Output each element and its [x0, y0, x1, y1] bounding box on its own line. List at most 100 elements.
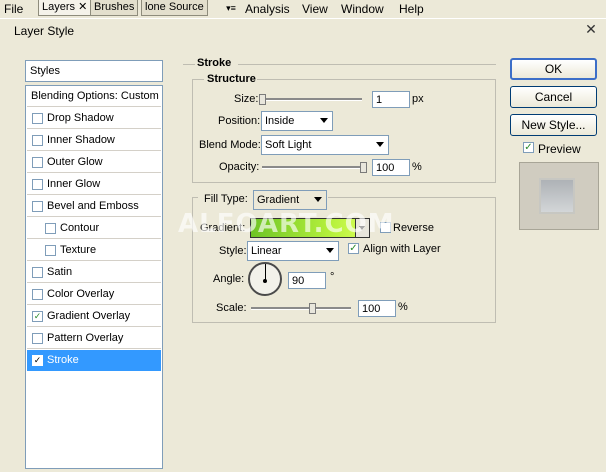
effect-checkbox[interactable]	[32, 201, 43, 212]
size-slider[interactable]	[262, 98, 362, 101]
preview-checkbox[interactable]: ✓	[523, 142, 534, 153]
effect-item-gradient-overlay[interactable]: ✓ Gradient Overlay	[27, 306, 161, 327]
effect-checkbox[interactable]	[45, 245, 56, 256]
dialog-title: Layer Style	[14, 24, 75, 38]
fill-type-value: Gradient	[257, 194, 300, 206]
align-with-layer-checkbox[interactable]: ✓	[348, 243, 359, 254]
effect-checkbox[interactable]: ✓	[32, 355, 43, 366]
position-value: Inside	[265, 115, 295, 127]
effect-item-outer-glow[interactable]: Outer Glow	[27, 152, 161, 173]
effect-item-color-overlay[interactable]: Color Overlay	[27, 284, 161, 305]
chevron-down-icon	[320, 118, 328, 123]
angle-label: Angle:	[213, 273, 245, 285]
angle-needle	[265, 264, 266, 280]
size-field[interactable]: 1	[372, 91, 410, 108]
fill-type-select[interactable]: Gradient	[253, 190, 327, 210]
effect-label: Texture	[60, 244, 97, 256]
effect-label: Satin	[47, 266, 73, 278]
style-select[interactable]: Linear	[247, 241, 339, 261]
blend-mode-value: Soft Light	[265, 139, 312, 151]
opacity-unit: %	[412, 161, 422, 173]
effect-item-texture[interactable]: Texture	[27, 240, 161, 261]
effect-label: Bevel and Emboss	[47, 200, 139, 212]
opacity-slider-thumb[interactable]	[360, 162, 367, 173]
effect-item-drop-shadow[interactable]: Drop Shadow	[27, 108, 161, 129]
effect-item-inner-glow[interactable]: Inner Glow	[27, 174, 161, 195]
align-with-layer-label: Align with Layer	[363, 243, 441, 255]
scale-label: Scale:	[216, 302, 247, 314]
gradient-label: Gradient:	[200, 222, 246, 234]
angle-dial[interactable]	[248, 262, 282, 296]
panel-menu-arrow-icon[interactable]: ▾≡	[222, 2, 240, 14]
effect-checkbox[interactable]	[32, 289, 43, 300]
style-value: Linear	[251, 245, 282, 257]
tab-layers-label: Layers	[42, 1, 76, 13]
opacity-field[interactable]: 100	[372, 159, 410, 176]
effects-list: Blending Options: Custom Drop Shadow Inne…	[25, 85, 163, 469]
stroke-title: Stroke	[197, 57, 232, 69]
gradient-dropdown[interactable]	[355, 219, 369, 237]
size-slider-thumb[interactable]	[259, 94, 266, 105]
scale-field[interactable]: 100	[358, 300, 396, 317]
scale-slider[interactable]	[251, 307, 351, 310]
dialog-close-icon[interactable]: ✕	[581, 19, 601, 39]
effect-item-inner-shadow[interactable]: Inner Shadow	[27, 130, 161, 151]
effect-label: Outer Glow	[47, 156, 103, 168]
blend-mode-select[interactable]: Soft Light	[261, 135, 389, 155]
menu-window[interactable]: Window	[341, 2, 384, 16]
new-style-button[interactable]: New Style...	[510, 114, 597, 136]
menu-analysis[interactable]: Analysis	[245, 2, 290, 16]
angle-center	[263, 279, 267, 283]
blending-options-label: Blending Options: Custom	[31, 90, 159, 102]
effect-label: Gradient Overlay	[47, 310, 131, 322]
menu-view[interactable]: View	[302, 2, 328, 16]
menu-help[interactable]: Help	[399, 2, 424, 16]
size-unit: px	[412, 93, 424, 105]
effect-label: Pattern Overlay	[47, 332, 124, 344]
effect-item-stroke[interactable]: ✓ Stroke	[27, 350, 161, 371]
effect-item-pattern-overlay[interactable]: Pattern Overlay	[27, 328, 161, 349]
effect-item-satin[interactable]: Satin	[27, 262, 161, 283]
chevron-down-icon	[326, 248, 334, 253]
styles-header[interactable]: Styles	[25, 60, 163, 82]
effect-checkbox[interactable]: ✓	[32, 311, 43, 322]
effect-checkbox[interactable]	[32, 113, 43, 124]
reverse-label: Reverse	[393, 222, 434, 234]
chevron-down-icon	[359, 226, 365, 230]
scale-slider-thumb[interactable]	[309, 303, 316, 314]
chevron-down-icon	[314, 197, 322, 202]
effect-item-contour[interactable]: Contour	[27, 218, 161, 239]
fill-type-label: Fill Type:	[204, 193, 248, 205]
reverse-checkbox[interactable]	[380, 222, 391, 233]
tab-brushes[interactable]: Brushes	[90, 0, 139, 16]
effect-label: Color Overlay	[47, 288, 115, 300]
ok-button[interactable]: OK	[510, 58, 597, 80]
opacity-label: Opacity:	[219, 161, 260, 173]
structure-title: Structure	[207, 73, 256, 85]
cancel-button[interactable]: Cancel	[510, 86, 597, 108]
effect-label: Inner Glow	[47, 178, 101, 190]
effect-label: Stroke	[47, 354, 79, 366]
position-select[interactable]: Inside	[261, 111, 333, 131]
effect-checkbox[interactable]	[32, 333, 43, 344]
styles-label: Styles	[30, 65, 60, 77]
effect-checkbox[interactable]	[32, 135, 43, 146]
size-label: Size:	[234, 93, 259, 105]
menu-file[interactable]: File	[4, 2, 23, 16]
tab-layers[interactable]: Layers ✕	[38, 0, 92, 16]
blending-options-item[interactable]: Blending Options: Custom	[27, 86, 161, 107]
preview-label: Preview	[538, 142, 581, 156]
blend-mode-label: Blend Mode:	[199, 139, 261, 151]
scale-unit: %	[398, 301, 408, 313]
angle-field[interactable]: 90	[288, 272, 326, 289]
gradient-picker[interactable]	[250, 218, 370, 238]
effect-label: Drop Shadow	[47, 112, 114, 124]
effect-checkbox[interactable]	[45, 223, 56, 234]
tab-clone-source[interactable]: lone Source	[141, 0, 208, 16]
close-icon[interactable]: ✕	[78, 1, 87, 13]
effect-checkbox[interactable]	[32, 179, 43, 190]
opacity-slider[interactable]	[262, 166, 367, 169]
effect-item-bevel-and-emboss[interactable]: Bevel and Emboss	[27, 196, 161, 217]
effect-checkbox[interactable]	[32, 267, 43, 278]
effect-checkbox[interactable]	[32, 157, 43, 168]
